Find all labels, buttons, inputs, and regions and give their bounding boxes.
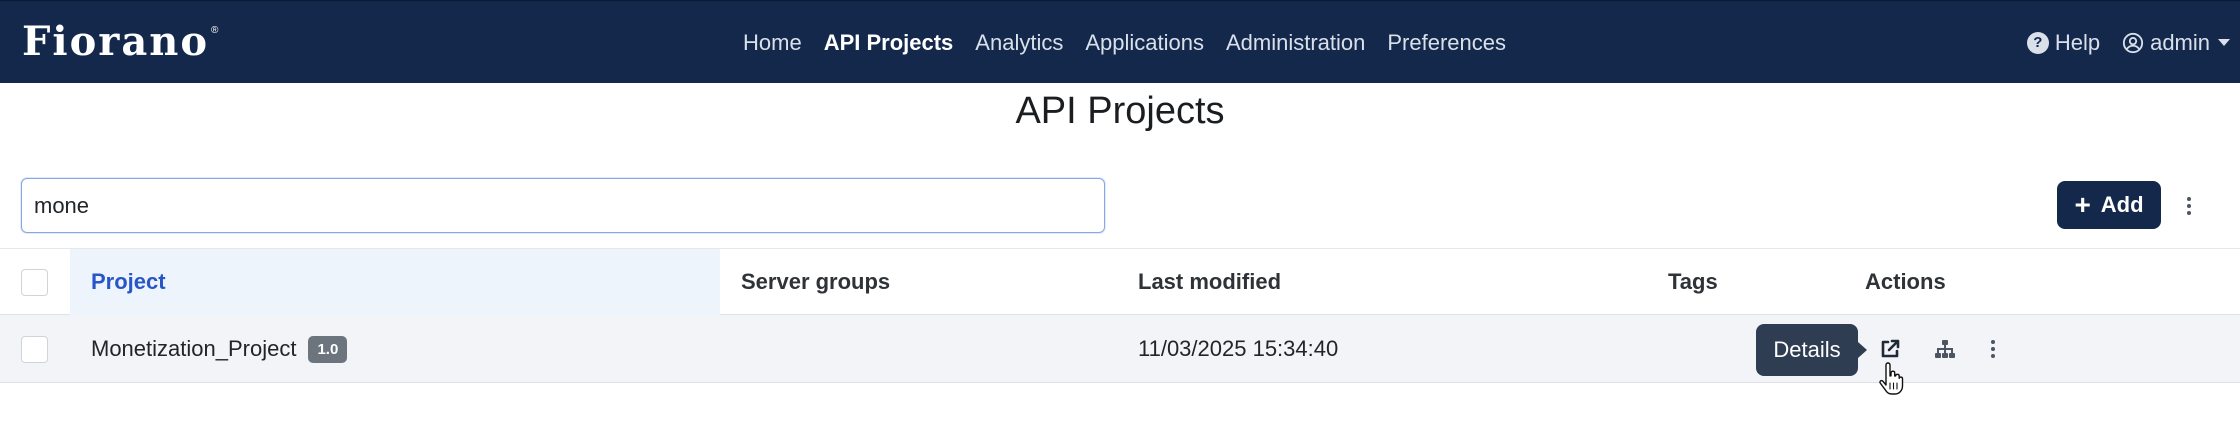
nav-home[interactable]: Home [743,30,802,56]
projects-table: Project Server groups Last modified Tags… [0,248,2240,383]
user-circle-icon [2122,32,2144,53]
tooltip-text: Details [1773,337,1841,362]
column-last-modified[interactable]: Last modified [1138,249,1281,315]
fiorano-logo[interactable]: Fiorano ® [22,21,218,63]
sitemap-icon [1935,340,1955,358]
project-cell: Monetization_Project 1.0 [91,315,348,383]
nav-analytics[interactable]: Analytics [975,30,1063,56]
add-button-label: Add [2100,192,2144,217]
select-all-checkbox[interactable] [21,269,48,296]
column-actions: Actions [1865,269,1946,294]
add-button[interactable]: + Add [2057,181,2161,229]
logo-text: Fiorano [22,18,210,65]
row-checkbox[interactable] [21,336,48,363]
details-tooltip: Details [1756,324,1867,376]
page-title: API Projects [1015,90,1225,132]
column-server-groups[interactable]: Server groups [741,249,890,315]
details-button[interactable] [1876,335,1904,363]
column-project[interactable]: Project [70,249,720,315]
logo-registered-mark: ® [211,25,219,36]
main-nav: Home API Projects Analytics Applications… [743,1,1528,84]
help-label: Help [2054,29,2101,55]
table-row[interactable]: Monetization_Project 1.0 11/03/2025 15:3… [0,315,2240,383]
project-name[interactable]: Monetization_Project [91,336,296,362]
search-input[interactable] [21,178,1105,233]
nav-applications[interactable]: Applications [1085,30,1204,56]
help-link[interactable]: ? Help [2026,29,2101,56]
last-modified-cell: 11/03/2025 15:34:40 [1138,336,1339,361]
hand-pointer-icon [1879,362,1904,395]
nav-preferences[interactable]: Preferences [1387,30,1506,56]
user-label: admin [2150,29,2210,55]
nav-api-projects[interactable]: API Projects [824,30,954,56]
version-badge: 1.0 [308,335,348,363]
column-tags[interactable]: Tags [1668,249,1718,315]
top-navbar: Fiorano ® Home API Projects Analytics Ap… [0,0,2240,83]
chevron-down-icon [2218,39,2230,46]
external-link-icon [1881,339,1900,358]
hierarchy-button[interactable] [1931,335,1959,363]
row-more-icon[interactable] [1981,334,2005,364]
question-circle-icon: ? [2026,31,2049,54]
nav-right: ? Help admin [2005,1,2230,84]
plus-icon: + [2074,189,2091,220]
toolbar-more-icon[interactable] [2177,191,2201,221]
table-header: Project Server groups Last modified Tags… [0,248,2240,315]
user-menu[interactable]: admin [2122,30,2230,56]
nav-administration[interactable]: Administration [1226,30,1365,56]
